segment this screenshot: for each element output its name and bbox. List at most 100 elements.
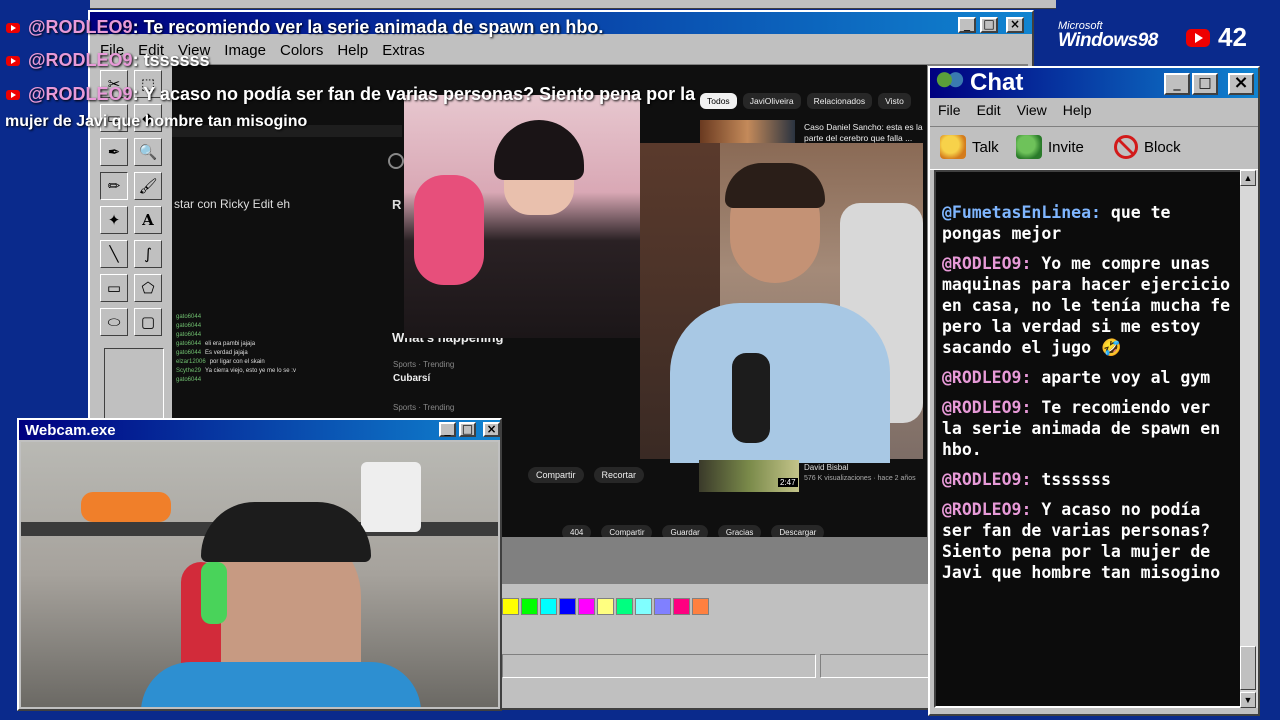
menu-edit[interactable]: Edit <box>977 102 1001 118</box>
chat-title: Chat <box>970 69 1024 96</box>
magnifier-tool[interactable]: 🔍 <box>134 138 162 166</box>
polygon-tool[interactable]: ⬠ <box>134 274 162 302</box>
chip[interactable]: JaviOliveira <box>742 93 801 109</box>
picker-tool[interactable]: ✒ <box>100 138 128 166</box>
youtube-icon <box>6 56 20 67</box>
chat-username[interactable]: @RODLEO9: <box>942 254 1031 273</box>
chat-username[interactable]: @RODLEO9: <box>942 368 1031 387</box>
maximize-button[interactable]: □ <box>459 422 476 437</box>
chat-username[interactable]: @RODLEO9: <box>942 500 1031 519</box>
overlay-line: @RODLEO9: Y acaso no podía ser fan de va… <box>6 84 695 105</box>
invite-button[interactable]: Invite <box>1016 135 1084 159</box>
minimize-button[interactable]: _ <box>439 422 456 437</box>
rounded-rect-tool[interactable]: ▢ <box>134 308 162 336</box>
side-chat-text: por ligar con el skain <box>209 359 265 365</box>
chip[interactable]: Visto <box>878 93 911 109</box>
action-guardar[interactable]: Guardar <box>662 525 708 537</box>
color-swatch[interactable] <box>692 598 709 615</box>
action-recortar[interactable]: Recortar <box>593 467 645 483</box>
windows98-label: Windows98 <box>1058 30 1158 51</box>
close-button[interactable]: × <box>1228 73 1254 95</box>
like-count[interactable]: 404 <box>562 525 592 537</box>
host-cam <box>640 143 923 463</box>
side-chat-line: gato6044 <box>176 313 376 322</box>
menu-extras[interactable]: Extras <box>382 42 425 59</box>
menu-colors[interactable]: Colors <box>280 42 323 59</box>
color-swatch[interactable] <box>559 598 576 615</box>
menu-file[interactable]: File <box>938 102 961 118</box>
ellipse-tool[interactable]: ⬭ <box>100 308 128 336</box>
channel-name[interactable]: David Bisbal <box>804 463 848 472</box>
menu-help[interactable]: Help <box>337 42 368 59</box>
action-compartir[interactable]: Compartir <box>528 467 584 483</box>
chat-username[interactable]: @RODLEO9: <box>942 398 1031 417</box>
overlay-text: : tssssss <box>132 50 210 70</box>
maximize-button[interactable]: □ <box>1192 73 1218 95</box>
menu-help[interactable]: Help <box>1063 102 1092 118</box>
action-compartir[interactable]: Compartir <box>601 525 653 537</box>
color-swatch[interactable] <box>540 598 557 615</box>
chat-scrollbar[interactable]: ▲ ▼ <box>1240 170 1258 708</box>
side-chat: gato6044 gato6044 gato6044 gato6044 eli era … <box>176 313 376 385</box>
line-tool[interactable]: ╲ <box>100 240 128 268</box>
curve-tool[interactable]: ∫ <box>134 240 162 268</box>
chat-toolbar: Talk Invite Block <box>930 126 1258 170</box>
side-chat-user: gato6044 <box>176 314 202 320</box>
side-chat-user: gato6044 <box>176 377 202 383</box>
pencil-tool[interactable]: ✏ <box>100 172 128 200</box>
color-swatch[interactable] <box>597 598 614 615</box>
overlay-line: @RODLEO9: tssssss <box>6 50 210 71</box>
action-descargar[interactable]: Descargar <box>771 525 825 537</box>
action-gracias[interactable]: Gracias <box>717 525 762 537</box>
side-chat-user: Scythe29 <box>176 368 202 374</box>
minimize-button[interactable]: _ <box>958 17 976 33</box>
menu-image[interactable]: Image <box>224 42 266 59</box>
scroll-down-button[interactable]: ▼ <box>1240 692 1256 708</box>
viewer-count: 42 <box>1218 22 1247 52</box>
youtube-icon <box>1186 28 1210 47</box>
chat-username[interactable]: @RODLEO9: <box>942 470 1031 489</box>
users-icon <box>936 72 964 94</box>
rectangle-tool[interactable]: ▭ <box>100 274 128 302</box>
color-swatch[interactable] <box>578 598 595 615</box>
chip[interactable]: Relacionados <box>806 93 873 109</box>
color-swatch[interactable] <box>616 598 633 615</box>
webcam-window: Webcam.exe _ □ × <box>17 418 502 711</box>
text-tool[interactable]: A <box>134 206 162 234</box>
color-swatch[interactable] <box>521 598 538 615</box>
color-swatch[interactable] <box>673 598 690 615</box>
overlay-wrap-line: mujer de Javi que hombre tan misogino <box>5 113 308 130</box>
side-chat-user: gato6044 <box>176 332 202 338</box>
scroll-thumb[interactable] <box>1240 646 1256 690</box>
menu-view[interactable]: View <box>1017 102 1047 118</box>
talk-button[interactable]: Talk <box>940 135 999 159</box>
maximize-button[interactable]: □ <box>980 17 998 33</box>
minimize-button[interactable]: _ <box>1164 73 1190 95</box>
side-chat-user: elzar12006 <box>176 359 206 365</box>
side-chat-text: eli era pambi jajaja <box>205 341 256 347</box>
overlay-text: : Te recomiendo ver la serie animada de … <box>132 17 604 37</box>
close-button[interactable]: × <box>483 422 500 437</box>
chip[interactable]: Todos <box>700 93 737 109</box>
snippet-text: star con Ricky Edit eh <box>174 197 291 211</box>
color-swatch[interactable] <box>654 598 671 615</box>
webcam-feed <box>21 442 498 707</box>
close-button[interactable]: × <box>1006 17 1024 33</box>
color-swatch[interactable] <box>502 598 519 615</box>
side-chat-line: gato6044 <box>176 322 376 331</box>
chat-username[interactable]: @FumetasEnLinea: <box>942 203 1101 222</box>
trend-item[interactable]: Cubarsí <box>393 373 430 384</box>
block-button[interactable]: Block <box>1114 135 1181 159</box>
rec-title[interactable]: Caso Daniel Sancho: esta es la parte del… <box>804 122 924 144</box>
music-thumbnail[interactable] <box>699 460 799 492</box>
windows98-logo: Microsoft Windows98 <box>1058 20 1158 52</box>
side-chat-user: gato6044 <box>176 350 202 356</box>
chat-message: @RODLEO9: aparte voy al gym <box>942 367 1234 388</box>
webcam-titlebar[interactable]: Webcam.exe <box>19 420 500 440</box>
side-chat-line: gato6044 Es verdad jajaja <box>176 349 376 358</box>
channel-meta: 576 K visualizaciones · hace 2 años <box>804 475 916 482</box>
airbrush-tool[interactable]: ✦ <box>100 206 128 234</box>
color-swatch[interactable] <box>635 598 652 615</box>
scroll-up-button[interactable]: ▲ <box>1240 170 1256 186</box>
brush-tool[interactable]: 🖌 <box>134 172 162 200</box>
